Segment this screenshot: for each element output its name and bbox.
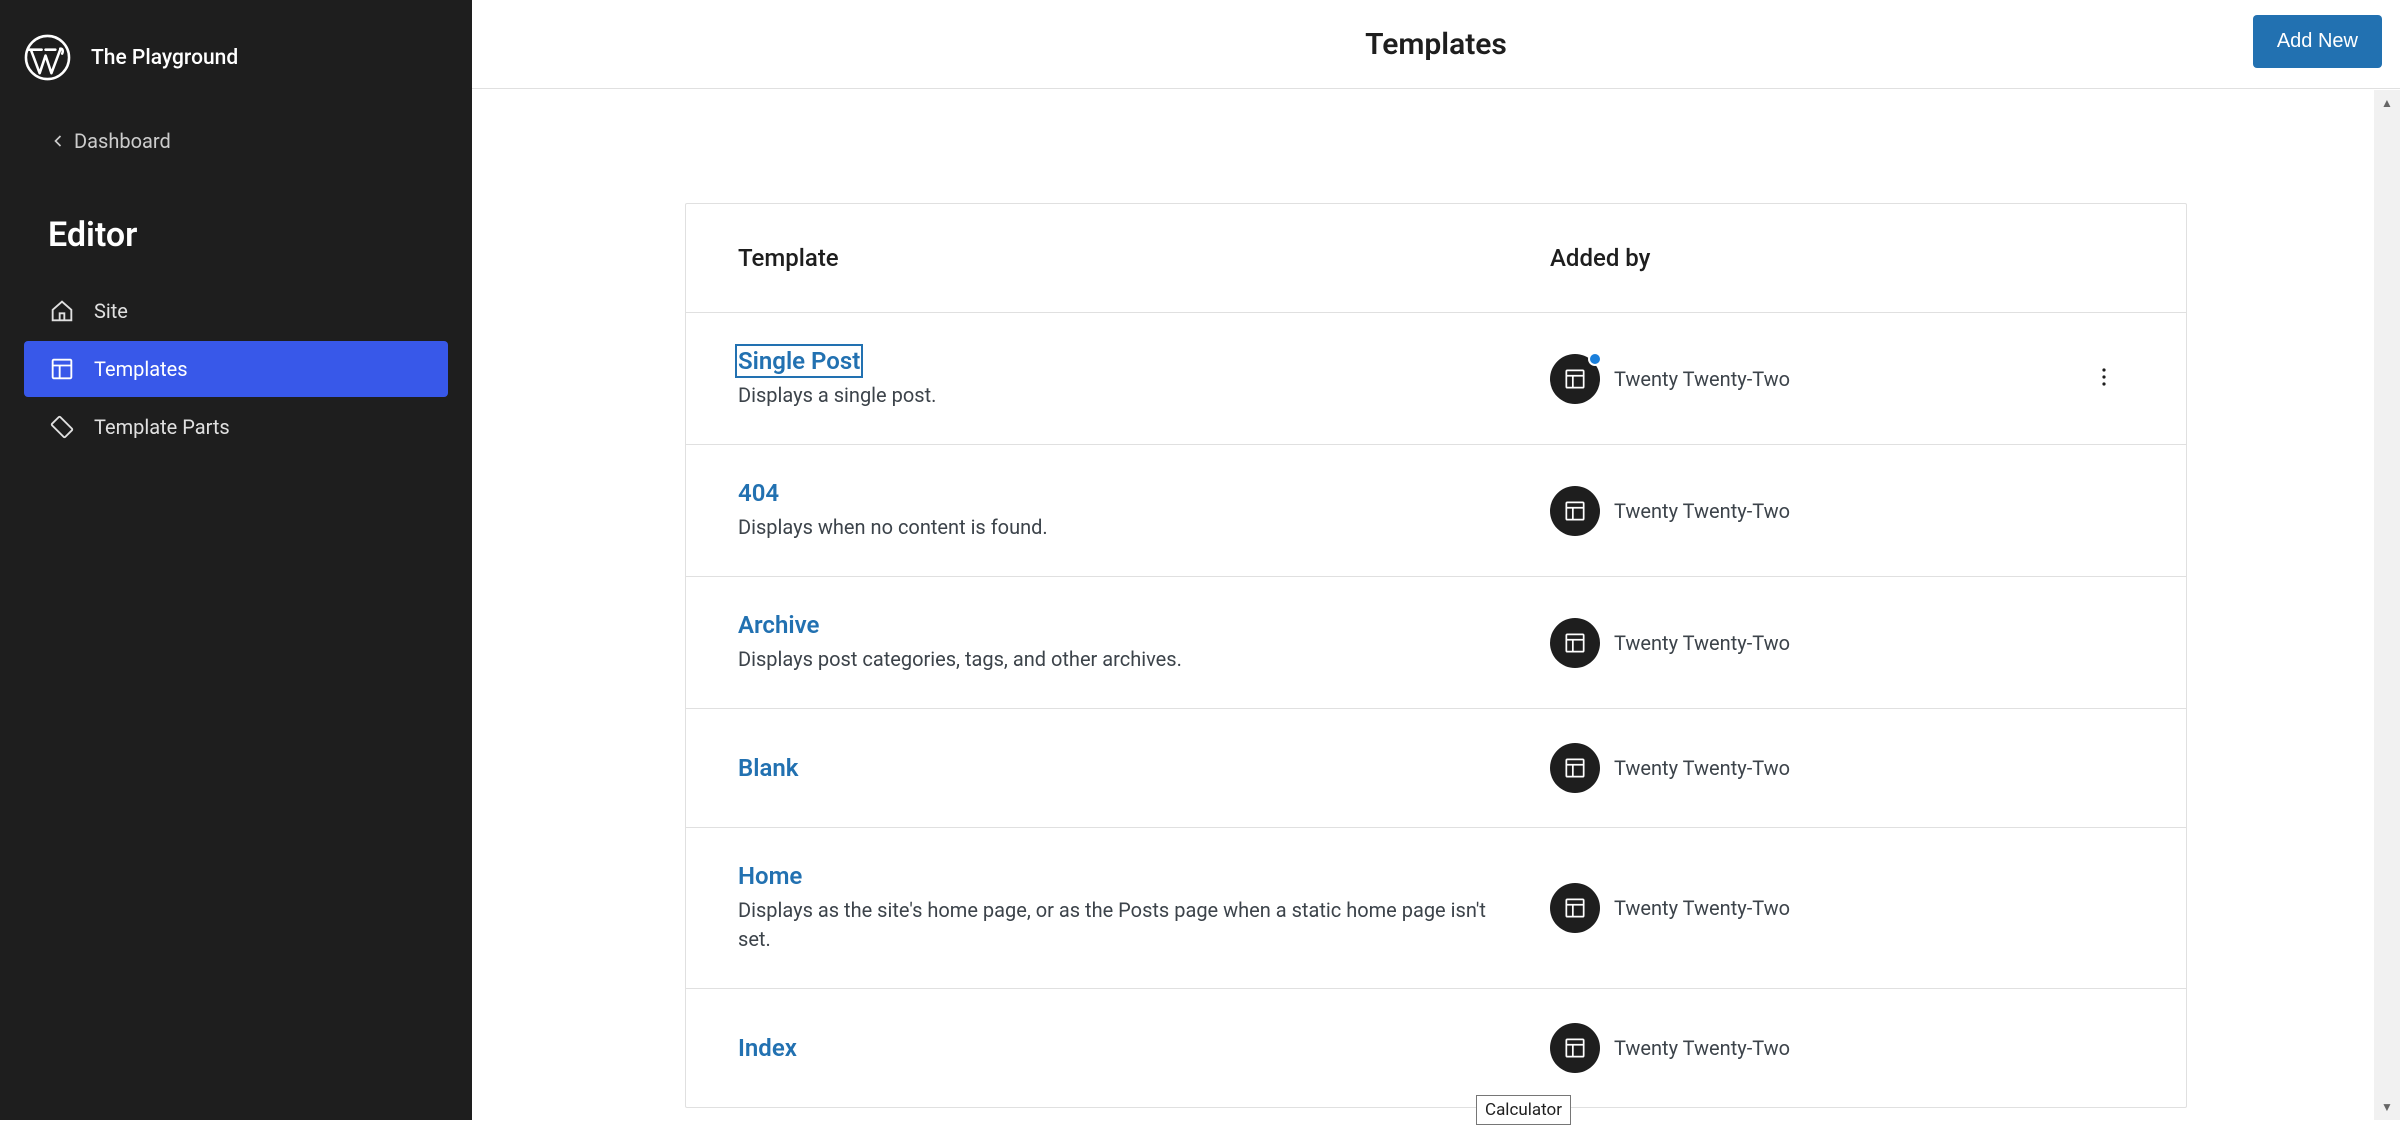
template-name-link[interactable]: Single Post [738,347,860,375]
addedby-text: Twenty Twenty-Two [1614,1036,1790,1060]
back-to-dashboard[interactable]: Dashboard [0,111,472,171]
site-title[interactable]: The Playground [91,46,238,70]
column-header-template: Template [738,244,1550,272]
add-new-button[interactable]: Add New [2253,15,2382,68]
back-link-label: Dashboard [74,129,171,153]
cell-template: Home Displays as the site's home page, or… [738,862,1550,954]
cell-template: Index [738,1034,1550,1062]
template-description: Displays a single post. [738,381,1498,410]
theme-icon [1550,618,1600,668]
chevron-left-icon [48,131,68,151]
addedby-text: Twenty Twenty-Two [1614,756,1790,780]
addedby-text: Twenty Twenty-Two [1614,367,1790,391]
sidebar-section-heading: Editor [0,171,472,283]
sidebar-item-label: Site [94,299,128,323]
more-actions-button[interactable] [2084,357,2124,400]
cell-template: 404 Displays when no content is found. [738,479,1550,542]
cell-addedby: Twenty Twenty-Two [1550,618,2074,668]
sidebar-nav: Site Templates Template Parts [0,283,472,455]
theme-icon [1550,486,1600,536]
cell-addedby: Twenty Twenty-Two [1550,1023,2074,1073]
page-title: Templates [1365,27,1507,62]
sidebar-header: The Playground [0,18,472,111]
cell-template: Blank [738,754,1550,782]
template-description: Displays post categories, tags, and othe… [738,645,1498,674]
sidebar-item-label: Template Parts [94,415,230,439]
stray-calculator-label: Calculator [1476,1095,1571,1125]
topbar: Templates Add New [472,0,2400,89]
scrollbar-down-arrow[interactable]: ▼ [2374,1094,2400,1120]
table-row: Index Twenty Twenty-Two [686,989,2186,1107]
table-row: Archive Displays post categories, tags, a… [686,577,2186,709]
customized-indicator-dot [1588,352,1602,366]
cell-addedby: Twenty Twenty-Two [1550,883,2074,933]
theme-icon [1550,1023,1600,1073]
theme-icon [1550,743,1600,793]
template-name-link[interactable]: 404 [738,479,779,507]
cell-actions [2074,357,2134,400]
template-name-link[interactable]: Archive [738,611,819,639]
cell-template: Archive Displays post categories, tags, a… [738,611,1550,674]
scrollbar-up-arrow[interactable]: ▲ [2374,90,2400,116]
wordpress-logo-icon[interactable] [24,34,71,81]
home-icon [48,297,76,325]
table-row: 404 Displays when no content is found. Twe… [686,445,2186,577]
table-row: Single Post Displays a single post. Twenty… [686,313,2186,445]
sidebar-item-site[interactable]: Site [24,283,448,339]
addedby-text: Twenty Twenty-Two [1614,631,1790,655]
template-description: Displays as the site's home page, or as … [738,896,1498,954]
table-header: Template Added by [686,204,2186,313]
templates-table: Template Added by Single Post Displays a … [685,203,2187,1108]
sidebar: The Playground Dashboard Editor Site Tem… [0,0,472,1120]
template-name-link[interactable]: Blank [738,754,798,782]
content-area: Template Added by Single Post Displays a … [472,89,2400,1120]
more-vertical-icon [2092,365,2116,389]
cell-addedby: Twenty Twenty-Two [1550,486,2074,536]
sidebar-item-label: Templates [94,357,188,381]
template-name-link[interactable]: Index [738,1034,797,1062]
table-row: Home Displays as the site's home page, or… [686,828,2186,989]
column-header-addedby: Added by [1550,244,2134,272]
layout-icon [48,355,76,383]
cell-addedby: Twenty Twenty-Two [1550,743,2074,793]
cell-addedby: Twenty Twenty-Two [1550,354,2074,404]
theme-icon [1550,883,1600,933]
template-parts-icon [48,413,76,441]
scrollbar[interactable]: ▲ ▼ [2374,90,2400,1120]
main: Templates Add New Template Added by Sing… [472,0,2400,1120]
cell-template: Single Post Displays a single post. [738,347,1550,410]
table-row: Blank Twenty Twenty-Two [686,709,2186,828]
addedby-text: Twenty Twenty-Two [1614,499,1790,523]
template-description: Displays when no content is found. [738,513,1498,542]
addedby-text: Twenty Twenty-Two [1614,896,1790,920]
theme-icon [1550,354,1600,404]
sidebar-item-template-parts[interactable]: Template Parts [24,399,448,455]
template-name-link[interactable]: Home [738,862,802,890]
sidebar-item-templates[interactable]: Templates [24,341,448,397]
